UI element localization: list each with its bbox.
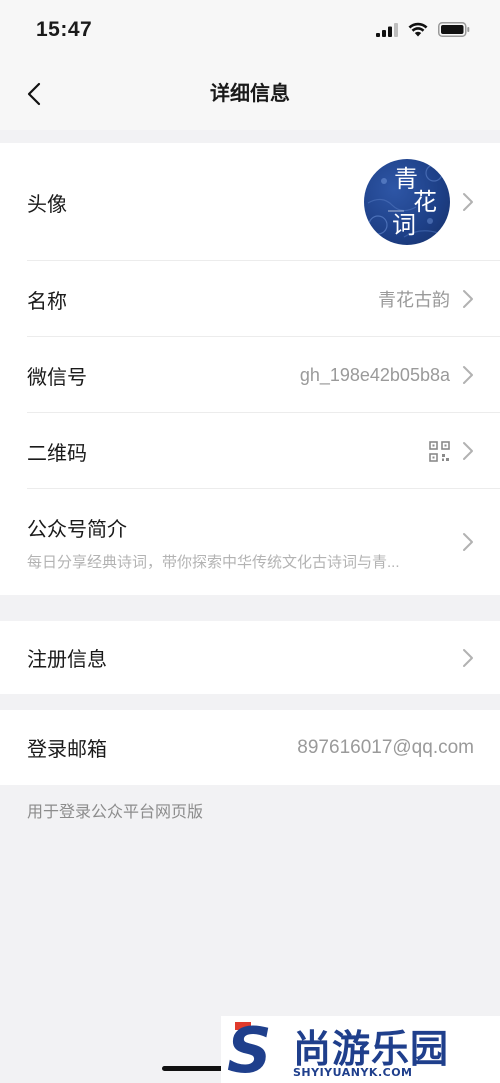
login-email-row: 登录邮箱 897616017@qq.com (0, 710, 500, 785)
battery-icon (438, 22, 470, 37)
intro-row[interactable]: 公众号简介 每日分享经典诗词，带你探索中华传统文化古诗词与青... (0, 489, 500, 595)
intro-label: 公众号简介 (27, 518, 127, 541)
watermark-brand-en: SHYIYUANYK.COM (293, 1066, 413, 1079)
chevron-right-icon (463, 442, 473, 460)
chevron-right-icon (463, 648, 473, 667)
avatar-row[interactable]: 头像 青 花 词 (0, 143, 500, 261)
wechat-id-label: 微信号 (27, 366, 87, 389)
registration-group: 注册信息 (0, 621, 500, 694)
intro-text: 公众号简介 每日分享经典诗词，带你探索中华传统文化古诗词与青... (27, 513, 450, 572)
status-time: 15:47 (36, 18, 93, 41)
wechat-id-value: gh_198e42b05b8a (299, 364, 450, 385)
watermark: S 尚游乐园 SHYIYUANYK.COM (221, 1014, 500, 1083)
name-label: 名称 (27, 290, 67, 313)
chevron-right-icon (463, 290, 473, 308)
profile-group: 头像 青 花 词 名称 青花古韵 微信号 gh_198e42b05b8a 二维码… (0, 143, 500, 595)
chevron-right-icon (463, 533, 473, 551)
login-email-note: 用于登录公众平台网页版 (27, 804, 204, 821)
avatar-label: 头像 (27, 193, 67, 216)
nav-bar: 详细信息 (0, 60, 500, 130)
intro-description: 每日分享经典诗词，带你探索中华传统文化古诗词与青... (27, 553, 400, 571)
qrcode-label: 二维码 (27, 442, 87, 465)
avatar-char-3: 词 (392, 211, 416, 239)
name-value: 青花古韵 (378, 290, 450, 310)
qr-code-icon (429, 440, 450, 462)
status-icons (376, 22, 470, 37)
watermark-logo-icon: S (227, 1014, 272, 1083)
name-row[interactable]: 名称 青花古韵 (0, 261, 500, 337)
login-email-label: 登录邮箱 (27, 739, 107, 761)
watermark-brand-cn: 尚游乐园 (293, 1027, 450, 1071)
wifi-icon (408, 22, 428, 37)
cellular-signal-icon (376, 22, 398, 37)
registration-label: 注册信息 (27, 649, 107, 671)
wechat-id-row[interactable]: 微信号 gh_198e42b05b8a (0, 337, 500, 413)
avatar-char-2: 花 (413, 188, 437, 216)
chevron-right-icon (463, 366, 473, 384)
login-group: 登录邮箱 897616017@qq.com (0, 710, 500, 785)
status-bar: 15:47 (0, 0, 500, 60)
qrcode-row[interactable]: 二维码 (0, 413, 500, 489)
page-title: 详细信息 (210, 83, 290, 105)
avatar: 青 花 词 (364, 159, 450, 245)
registration-row[interactable]: 注册信息 (0, 621, 500, 694)
screen: 15:47 详细信息 头像 青 花 词 名称 青花古韵 微信号 gh_198e4… (0, 0, 500, 1083)
chevron-right-icon (463, 193, 473, 211)
login-email-value: 897616017@qq.com (297, 736, 474, 758)
